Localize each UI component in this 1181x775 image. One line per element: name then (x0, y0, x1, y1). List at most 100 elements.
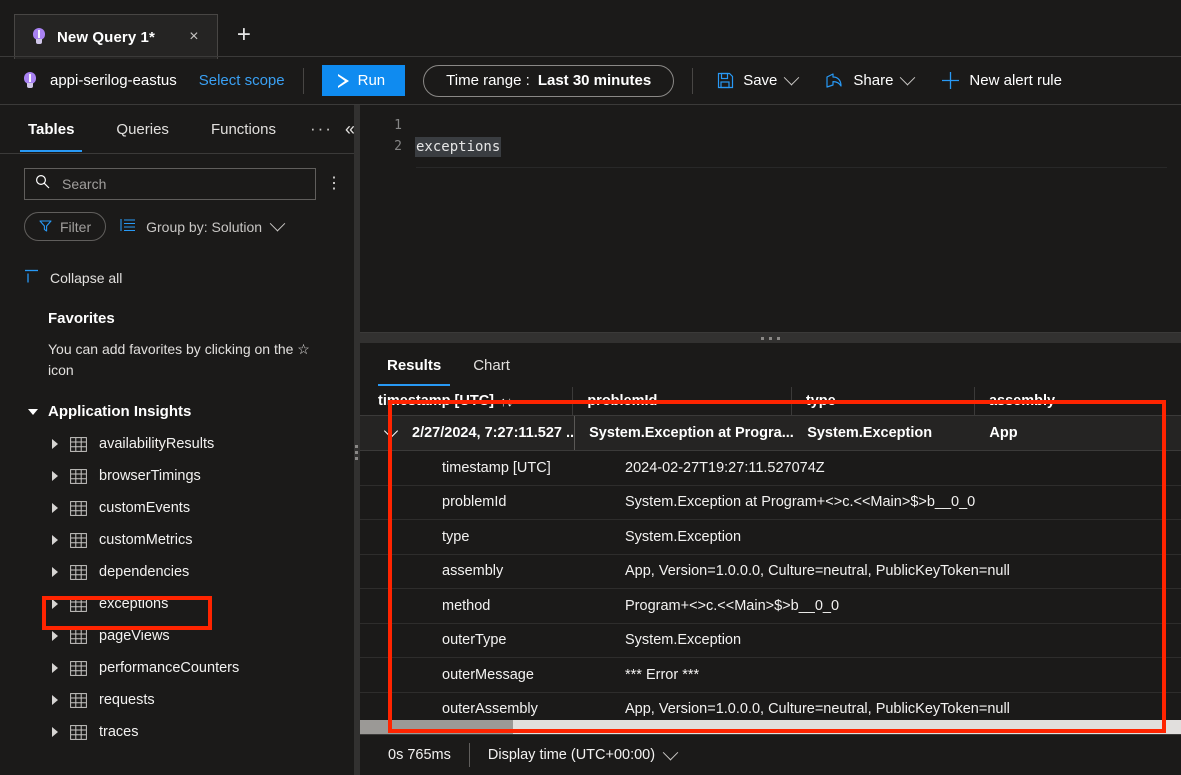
summary-timestamp-value: 2/27/2024, 7:27:11.527 ... (412, 425, 575, 441)
table-item-customEvents[interactable]: customEvents (0, 492, 360, 524)
app-insights-bulb-icon (31, 28, 47, 46)
tab-functions[interactable]: Functions (203, 106, 284, 152)
table-icon (70, 597, 87, 612)
chevron-down-icon (900, 70, 916, 86)
code-line-1: 1 (360, 115, 1181, 136)
tab-results[interactable]: Results (378, 344, 450, 386)
results-tabs: Results Chart (360, 343, 1181, 387)
editor-scrollbar[interactable] (1167, 105, 1181, 332)
save-button[interactable]: Save (711, 65, 803, 97)
time-range-picker[interactable]: Time range : Last 30 minutes (423, 65, 674, 97)
table-item-label: availabilityResults (99, 436, 214, 452)
more-tabs-icon[interactable]: ··· (310, 119, 333, 139)
filter-button[interactable]: Filter (24, 212, 106, 241)
table-item-label: exceptions (99, 596, 168, 612)
detail-key: method (360, 598, 625, 614)
new-tab-plus-icon[interactable]: + (228, 15, 260, 55)
table-item-label: performanceCounters (99, 660, 239, 676)
search-box[interactable] (24, 168, 316, 200)
caret-right-icon (52, 567, 58, 577)
caret-right-icon (52, 695, 58, 705)
splitter-grip-dot (777, 337, 780, 340)
search-more-options-icon[interactable]: ⋮ (326, 176, 342, 192)
detail-row: outerType System.Exception (360, 624, 1181, 659)
left-schema-pane: Tables Queries Functions ··· « ⋮ (0, 105, 360, 775)
detail-value: System.Exception (625, 632, 1181, 648)
column-header-assembly[interactable]: assembly (975, 387, 1181, 415)
column-menu-icon[interactable]: ··· (543, 393, 562, 409)
detail-key: outerAssembly (360, 701, 625, 717)
collapse-all-icon (24, 269, 39, 286)
group-application-insights[interactable]: Application Insights (0, 381, 360, 420)
run-button-label: Run (358, 72, 386, 89)
grid-header-row: timestamp [UTC] ↑↓ ··· problemId type as… (360, 387, 1181, 416)
chevron-down-icon (270, 216, 286, 232)
favorites-empty-note: You can add favorites by clicking on the… (0, 327, 360, 381)
filter-icon (39, 219, 52, 235)
detail-row: type System.Exception (360, 520, 1181, 555)
column-header-problemId[interactable]: problemId (573, 387, 792, 415)
table-icon (70, 693, 87, 708)
detail-value: Program+<>c.<<Main>$>b__0_0 (625, 598, 1181, 614)
display-time-selector[interactable]: Display time (UTC+00:00) (488, 747, 676, 763)
group-by-button[interactable]: Group by: Solution (120, 218, 283, 235)
sort-icon[interactable]: ↑↓ (500, 394, 513, 409)
results-panel: Results Chart timestamp [UTC] ↑↓ ··· (360, 343, 1181, 775)
table-item-label: requests (99, 692, 155, 708)
new-alert-rule-button[interactable]: New alert rule (935, 65, 1068, 97)
plus-icon (941, 71, 960, 90)
tabstrip-divider (0, 56, 1181, 57)
close-icon[interactable]: × (181, 24, 207, 50)
table-item-availabilityResults[interactable]: availabilityResults (0, 428, 360, 460)
group-title: Application Insights (48, 403, 191, 420)
caret-right-icon (52, 503, 58, 513)
tab-chart-label: Chart (473, 357, 510, 374)
share-button[interactable]: Share (819, 65, 919, 97)
line-number: 1 (360, 118, 415, 133)
scope-selector[interactable]: appi-serilog-eastus (22, 72, 177, 90)
splitter-grip-icon (355, 445, 358, 460)
column-header-label: type (806, 393, 836, 409)
command-bar: appi-serilog-eastus Select scope Run Tim… (0, 57, 1181, 105)
table-item-dependencies[interactable]: dependencies (0, 556, 360, 588)
table-item-performanceCounters[interactable]: performanceCounters (0, 652, 360, 684)
grid-horizontal-scrollbar[interactable] (360, 720, 1181, 734)
table-item-exceptions[interactable]: exceptions (0, 588, 360, 620)
summary-cell-timestamp: 2/27/2024, 7:27:11.527 ... (378, 416, 575, 450)
results-grid: timestamp [UTC] ↑↓ ··· problemId type as… (360, 387, 1181, 734)
splitter-grip-dot (761, 337, 764, 340)
query-editor[interactable]: 1 2 exceptions (360, 105, 1181, 333)
tab-tables[interactable]: Tables (20, 106, 82, 152)
table-item-browserTimings[interactable]: browserTimings (0, 460, 360, 492)
summary-cell-problemId: System.Exception at Progra... (575, 416, 793, 450)
detail-row: problemId System.Exception at Program+<>… (360, 486, 1181, 521)
select-scope-link[interactable]: Select scope (199, 72, 285, 89)
table-item-pageViews[interactable]: pageViews (0, 620, 360, 652)
horizontal-splitter[interactable] (360, 333, 1181, 343)
table-icon (70, 565, 87, 580)
tab-chart[interactable]: Chart (464, 344, 519, 386)
table-item-traces[interactable]: traces (0, 716, 360, 748)
query-tab-new-query-1[interactable]: New Query 1* × (14, 14, 218, 59)
column-header-timestamp[interactable]: timestamp [UTC] ↑↓ ··· (378, 387, 573, 415)
collapse-all-button[interactable]: Collapse all (0, 241, 360, 286)
table-row-summary[interactable]: 2/27/2024, 7:27:11.527 ... System.Except… (360, 416, 1181, 451)
run-button[interactable]: Run (322, 65, 406, 96)
table-item-customMetrics[interactable]: customMetrics (0, 524, 360, 556)
table-item-requests[interactable]: requests (0, 684, 360, 716)
detail-row: timestamp [UTC] 2024-02-27T19:27:11.5270… (360, 451, 1181, 486)
summary-cell-assembly: App (975, 416, 1181, 450)
summary-cell-type: System.Exception (793, 416, 975, 450)
log-analytics-app: New Query 1* × + appi-serilog-eastus Sel… (0, 0, 1181, 775)
expand-chevron-icon[interactable] (384, 424, 398, 438)
scrollbar-thumb[interactable] (360, 720, 513, 734)
main-body: Tables Queries Functions ··· « ⋮ (0, 105, 1181, 775)
detail-value: System.Exception at Program+<>c.<<Main>$… (625, 494, 1181, 510)
column-header-type[interactable]: type (792, 387, 975, 415)
search-input[interactable] (60, 175, 305, 193)
detail-value: 2024-02-27T19:27:11.527074Z (625, 460, 1181, 476)
caret-down-icon (28, 409, 38, 415)
share-icon (825, 72, 844, 89)
tab-queries[interactable]: Queries (108, 106, 177, 152)
favorites-heading: Favorites (0, 286, 360, 327)
